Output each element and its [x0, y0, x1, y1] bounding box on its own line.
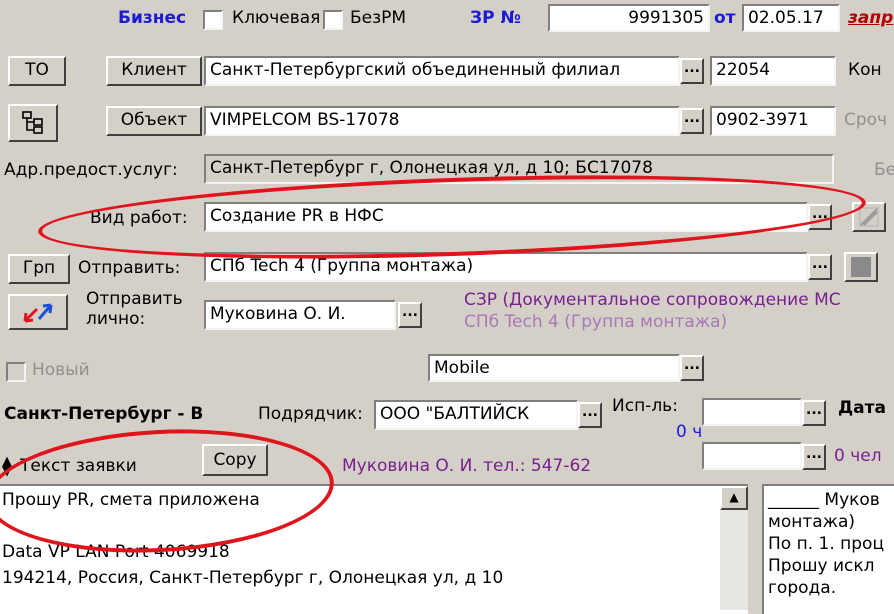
textarea-line-2: Data VP LAN Port 4069918 — [2, 542, 230, 562]
hours-browse-button[interactable]: ... — [802, 444, 826, 470]
object-button[interactable]: Объект — [106, 106, 202, 136]
request-text-label: Текст заявки — [20, 456, 137, 476]
client-field[interactable]: Санкт-Петербургский объединенный филиал — [204, 56, 680, 86]
send-personal-label-2: лично: — [86, 309, 146, 329]
be-label: Бе — [874, 160, 894, 180]
textarea-line-3: 194214, Россия, Санкт-Петербург г, Олоне… — [2, 568, 504, 588]
send-personal-field[interactable]: Муковина О. И. — [204, 300, 396, 330]
bezrm-checkbox[interactable] — [323, 10, 343, 30]
contractor-field[interactable]: ООО "БАЛТИЙСК — [374, 400, 578, 430]
scroll-up-icon[interactable]: ▲ — [720, 486, 748, 510]
contact-phone-label: Муковина О. И. тел.: 547-62 — [342, 456, 592, 476]
history-line-5: города. — [768, 578, 837, 598]
send-group-field[interactable]: СПб Tech 4 (Группа монтажа) — [204, 252, 808, 282]
history-line-1: ______ Муков — [768, 490, 880, 510]
sort-arrows-down-icon[interactable]: ▼ — [2, 464, 12, 479]
clear-icon[interactable] — [852, 202, 886, 232]
client-button[interactable]: Клиент — [106, 56, 202, 86]
mobile-browse-button[interactable]: ... — [680, 355, 704, 381]
history-panel[interactable]: ______ Муков монтажа) По п. 1. проц Прош… — [762, 484, 894, 614]
send-personal-browse-button[interactable]: ... — [398, 302, 422, 328]
biznes-label: Бизнес — [118, 8, 187, 28]
contractor-browse-button[interactable]: ... — [578, 402, 602, 428]
history-line-2: монтажа) — [768, 512, 856, 532]
zapros-link[interactable]: запр — [848, 8, 893, 28]
object-code-field[interactable]: 0902-3971 — [710, 106, 836, 136]
executor-label: Исп-ль: — [612, 396, 678, 416]
kluchevaya-label: Ключевая — [232, 8, 321, 28]
object-field[interactable]: VIMPELCOM BS-17078 — [204, 106, 680, 136]
region-label: Санкт-Петербург - В — [4, 404, 204, 424]
to-button[interactable]: ТО — [8, 56, 66, 86]
people-label: 0 чел — [834, 446, 882, 466]
new-checkbox[interactable] — [6, 362, 26, 382]
send-personal-label-1: Отправить — [86, 289, 183, 309]
date-label: Дата — [838, 398, 886, 418]
executor-browse-button[interactable]: ... — [802, 400, 826, 426]
zr-number-field[interactable]: 9991305 — [548, 4, 710, 32]
history-line-4: Прошу искл — [768, 556, 875, 576]
contractor-label: Подрядчик: — [258, 404, 363, 424]
kluchevaya-checkbox[interactable] — [203, 10, 223, 30]
executor-field[interactable] — [702, 398, 802, 426]
urgency-label: Сроч — [844, 110, 888, 130]
send-group-browse-button[interactable]: ... — [808, 254, 832, 280]
mobile-field[interactable]: Mobile — [428, 354, 680, 382]
client-browse-button[interactable]: ... — [680, 58, 704, 84]
date-from-label: от — [714, 8, 736, 28]
textarea-line-1: Прошу PR, смета приложена — [2, 490, 260, 510]
textarea-scrollbar[interactable]: ▲ — [720, 486, 748, 610]
history-line-3: По п. 1. проц — [768, 534, 885, 554]
work-type-field[interactable]: Создание PR в НФС — [204, 202, 808, 232]
contact-label: Кон — [848, 60, 882, 80]
date-field[interactable]: 02.05.17 — [742, 4, 840, 32]
send-label: Отправить: — [78, 258, 181, 278]
address-field: Санкт-Петербург г, Олонецкая ул, д 10; Б… — [204, 154, 834, 184]
copy-button[interactable]: Copy — [202, 444, 268, 476]
szr-info-text: СЗР (Документальное сопровождение МС — [464, 290, 841, 310]
color-indicator-icon[interactable] — [844, 252, 878, 282]
tree-view-button[interactable] — [8, 104, 58, 142]
new-label: Новый — [32, 360, 90, 380]
bezrm-label: БезРМ — [350, 8, 407, 28]
swap-arrows-icon — [23, 303, 53, 323]
object-browse-button[interactable]: ... — [680, 108, 704, 134]
group-button[interactable]: Грп — [8, 254, 70, 284]
zr-number-label: ЗР № — [470, 8, 521, 28]
work-type-browse-button[interactable]: ... — [808, 204, 832, 230]
request-textarea[interactable]: Прошу PR, смета приложена Data VP LAN Po… — [0, 484, 748, 614]
hours-label: 0 ч — [676, 422, 703, 442]
address-label: Адр.предост.услуг: — [4, 160, 178, 180]
swap-arrows-button[interactable] — [8, 294, 68, 330]
work-type-label: Вид работ: — [90, 208, 188, 228]
tree-icon — [22, 111, 43, 134]
client-code-field[interactable]: 22054 — [710, 56, 836, 86]
hours-field[interactable] — [702, 442, 802, 470]
group-info-text: СПб Tech 4 (Группа монтажа) — [464, 312, 728, 332]
